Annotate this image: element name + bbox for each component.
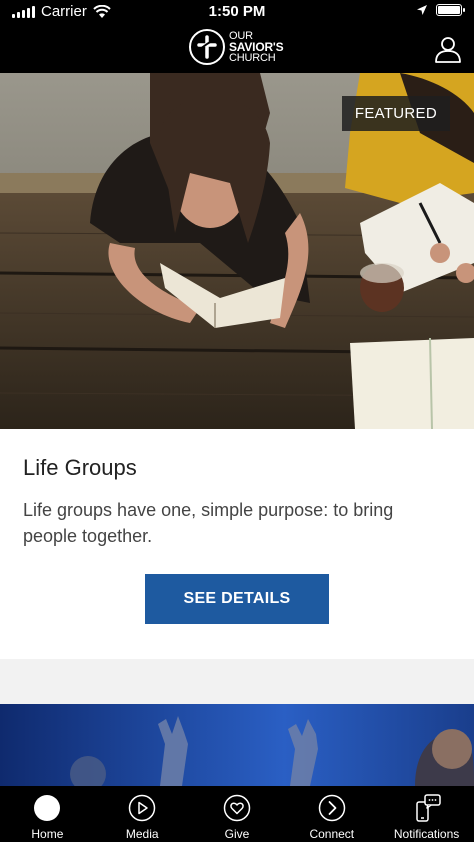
tab-label-media: Media xyxy=(125,827,159,841)
logo-line-2: SAVIOR'S xyxy=(229,39,284,54)
notifications-icon xyxy=(412,793,442,823)
heart-icon xyxy=(222,793,252,823)
tab-label-give: Give xyxy=(224,827,250,841)
tab-give[interactable]: Give xyxy=(190,786,285,842)
hero-image: FEATURED xyxy=(0,73,474,429)
second-card[interactable] xyxy=(0,704,474,786)
battery-icon xyxy=(436,4,465,16)
status-time: 1:50 PM xyxy=(208,3,266,20)
featured-card[interactable]: FEATURED Life Groups Life groups have on… xyxy=(0,73,474,659)
location-arrow-icon xyxy=(417,5,427,15)
worship-photo xyxy=(0,704,474,786)
tab-label-connect: Connect xyxy=(309,827,355,841)
cross-logo-icon xyxy=(189,29,225,65)
tab-media[interactable]: Media xyxy=(95,786,190,842)
tab-label-notifications: Notifications xyxy=(393,827,460,841)
card-description: Life groups have one, simple purpose: to… xyxy=(23,500,394,546)
profile-icon[interactable] xyxy=(434,35,462,63)
card-title: Life Groups xyxy=(23,455,137,480)
logo-line-3: CHURCH xyxy=(229,51,276,64)
status-right xyxy=(416,4,465,16)
tab-notifications[interactable]: Notifications xyxy=(379,786,474,842)
tab-bar: Home Media Give Connect Notifications xyxy=(0,786,474,842)
play-icon xyxy=(127,793,157,823)
featured-badge: FEATURED xyxy=(341,96,450,131)
tab-connect[interactable]: Connect xyxy=(284,786,379,842)
tab-label-home: Home xyxy=(31,827,64,841)
arrow-right-icon xyxy=(317,793,347,823)
tab-home[interactable]: Home xyxy=(0,786,95,842)
church-logo[interactable]: OUR SAVIOR'S CHURCH xyxy=(189,29,284,65)
see-details-button[interactable]: SEE DETAILS xyxy=(145,574,329,624)
status-bar: Carrier 1:50 PM xyxy=(0,0,474,24)
home-icon xyxy=(32,793,62,823)
logo-wordmark: OUR SAVIOR'S CHURCH xyxy=(229,30,284,64)
nav-bar: OUR SAVIOR'S CHURCH xyxy=(0,24,474,73)
